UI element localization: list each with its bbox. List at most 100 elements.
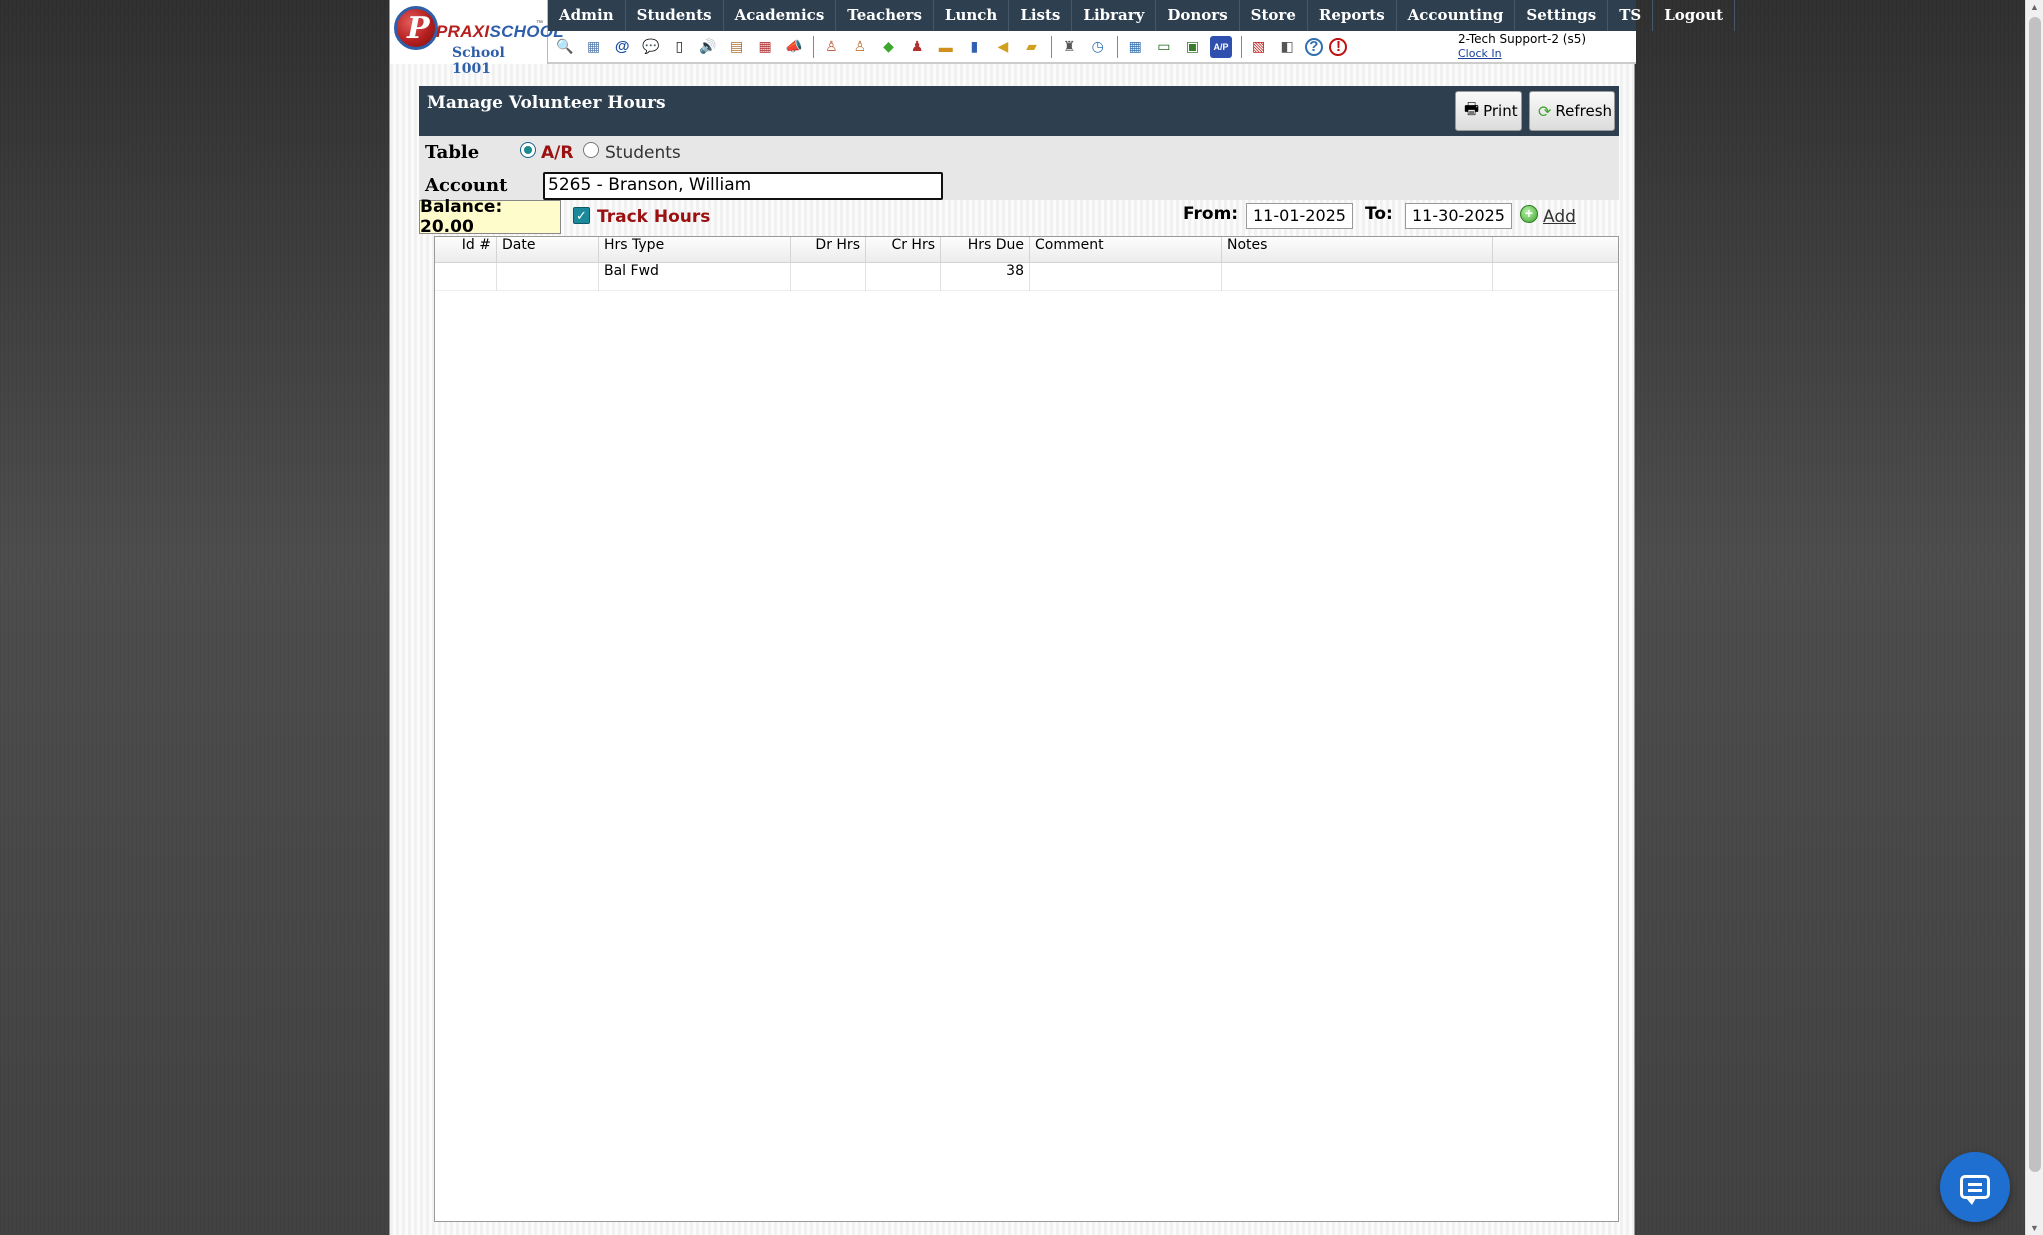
cell-cr-hrs bbox=[866, 263, 941, 291]
menu-item-lunch[interactable]: Lunch bbox=[934, 0, 1010, 31]
page-scrollbar[interactable]: ▲ ▼ bbox=[2025, 0, 2043, 1235]
filter-form: Table A/R Students Account 5265 - Branso… bbox=[419, 136, 1619, 200]
chat-bubble-icon bbox=[1960, 1175, 1990, 1205]
cell-hrs-type: Bal Fwd bbox=[599, 263, 791, 291]
col-notes[interactable]: Notes bbox=[1222, 237, 1493, 263]
toolbar-separator bbox=[1117, 35, 1119, 58]
add-link[interactable]: Add bbox=[1543, 207, 1576, 227]
ap-icon[interactable]: A/P bbox=[1210, 35, 1233, 58]
add-icon[interactable]: + bbox=[1520, 205, 1538, 223]
scroll-up-arrow-icon[interactable]: ▲ bbox=[2030, 2, 2039, 12]
refresh-button[interactable]: ⟳ Refresh bbox=[1529, 91, 1615, 131]
app-page: P PRAXISCHOOL ™ School 1001 Admin Student… bbox=[389, 0, 1736, 1235]
track-hours-label[interactable]: Track Hours bbox=[597, 207, 710, 227]
radio-ar[interactable] bbox=[520, 142, 536, 158]
cell-dr-hrs bbox=[791, 263, 866, 291]
main-menu: Admin Students Academics Teachers Lunch Lists… bbox=[548, 0, 1736, 31]
cell-hrs-due: 38 bbox=[941, 263, 1030, 291]
to-date-input[interactable]: 11-30-2025 bbox=[1405, 203, 1512, 229]
col-cr-hrs[interactable]: Cr Hrs bbox=[866, 237, 941, 263]
user-name: 2-Tech Support-2 (s5) bbox=[1458, 32, 1587, 46]
radio-ar-label[interactable]: A/R bbox=[541, 143, 573, 163]
menu-item-store[interactable]: Store bbox=[1240, 0, 1308, 31]
clock-icon[interactable]: ◷ bbox=[1087, 36, 1109, 58]
table-icon[interactable]: ▦ bbox=[1124, 36, 1146, 58]
grid-header: Id # Date Hrs Type Dr Hrs Cr Hrs Hrs Due… bbox=[435, 237, 1618, 263]
book-icon[interactable]: ▮ bbox=[963, 36, 985, 58]
cell-notes bbox=[1222, 263, 1493, 291]
clock-in-link[interactable]: Clock In bbox=[1458, 47, 1586, 61]
logo[interactable]: P PRAXISCHOOL ™ School 1001 bbox=[390, 0, 564, 77]
menu-item-ts[interactable]: TS bbox=[1608, 0, 1654, 31]
menu-item-reports[interactable]: Reports bbox=[1308, 0, 1397, 31]
user-info: 2-Tech Support-2 (s5) Clock In bbox=[1458, 32, 1586, 61]
cell-comment bbox=[1030, 263, 1222, 291]
lunch-icon[interactable]: ▬ bbox=[935, 36, 957, 58]
col-id[interactable]: Id # bbox=[435, 237, 497, 263]
menu-item-students[interactable]: Students bbox=[626, 0, 724, 31]
menu-item-donors[interactable]: Donors bbox=[1156, 0, 1240, 31]
from-label: From: bbox=[1183, 204, 1239, 224]
col-dr-hrs[interactable]: Dr Hrs bbox=[791, 237, 866, 263]
table-row[interactable]: Bal Fwd 38 bbox=[435, 263, 1618, 291]
help-icon[interactable]: ? bbox=[1304, 37, 1323, 56]
from-date-input[interactable]: 11-01-2025 bbox=[1246, 203, 1353, 229]
grid-icon[interactable]: ▦ bbox=[583, 36, 605, 58]
menu-item-lists[interactable]: Lists bbox=[1009, 0, 1073, 31]
email-icon[interactable]: @ bbox=[611, 36, 633, 58]
cell-date bbox=[497, 263, 599, 291]
scrollbar-thumb[interactable] bbox=[2029, 17, 2041, 1172]
money-icon[interactable]: ◆ bbox=[878, 36, 900, 58]
account-input[interactable]: 5265 - Branson, William bbox=[543, 172, 943, 200]
menu-item-library[interactable]: Library bbox=[1072, 0, 1157, 31]
stop-icon[interactable]: ! bbox=[1329, 37, 1348, 56]
header: P PRAXISCHOOL ™ School 1001 Admin Student… bbox=[390, 0, 1736, 77]
col-hrs-due[interactable]: Hrs Due bbox=[941, 237, 1030, 263]
logo-trademark: ™ bbox=[536, 20, 543, 27]
mobile-icon[interactable]: ▯ bbox=[668, 36, 690, 58]
megaphone-icon[interactable]: 📣 bbox=[783, 36, 805, 58]
staff-icon[interactable]: ♜ bbox=[1058, 36, 1080, 58]
panel-header: Manage Volunteer Hours 🖶 Print ⟳ Refresh bbox=[419, 86, 1619, 136]
scroll-down-arrow-icon[interactable]: ▼ bbox=[2030, 1223, 2039, 1233]
col-extra bbox=[1493, 237, 1618, 263]
family-icon[interactable]: ♟ bbox=[906, 36, 928, 58]
card-icon[interactable]: ▭ bbox=[1153, 36, 1175, 58]
radio-students-label[interactable]: Students bbox=[605, 143, 681, 163]
printer-icon: 🖶 bbox=[1464, 98, 1480, 118]
toolbar-separator bbox=[1051, 35, 1053, 58]
chat-support-button[interactable] bbox=[1940, 1152, 2010, 1222]
menu-item-logout[interactable]: Logout bbox=[1653, 0, 1736, 31]
pdf-icon[interactable]: ▧ bbox=[1248, 36, 1270, 58]
speaker-icon[interactable]: 🔊 bbox=[697, 36, 719, 58]
track-hours-checkbox[interactable]: ✓ bbox=[573, 207, 590, 224]
menu-item-admin[interactable]: Admin bbox=[548, 0, 626, 31]
col-date[interactable]: Date bbox=[497, 237, 599, 263]
menu-item-accounting[interactable]: Accounting bbox=[1397, 0, 1516, 31]
printer-money-icon[interactable]: ▣ bbox=[1181, 36, 1203, 58]
export-icon[interactable]: ◧ bbox=[1276, 36, 1298, 58]
toolbar-separator bbox=[813, 35, 815, 58]
page-title: Manage Volunteer Hours bbox=[427, 93, 666, 113]
print-button[interactable]: 🖶 Print bbox=[1455, 91, 1522, 131]
search-icon[interactable]: 🔍 bbox=[554, 36, 576, 58]
to-label: To: bbox=[1365, 204, 1393, 224]
balance-badge: Balance: 20.00 bbox=[419, 197, 561, 237]
logo-wordmark: PRAXISCHOOL bbox=[436, 22, 564, 41]
radio-students[interactable] bbox=[583, 142, 599, 158]
announce-icon[interactable]: ◀ bbox=[992, 36, 1014, 58]
menu-item-settings[interactable]: Settings bbox=[1515, 0, 1609, 31]
menu-item-teachers[interactable]: Teachers bbox=[836, 0, 934, 31]
calendar-icon[interactable]: ▦ bbox=[754, 36, 776, 58]
refresh-icon: ⟳ bbox=[1538, 101, 1552, 121]
person-add-icon[interactable]: ♙ bbox=[820, 36, 842, 58]
col-comment[interactable]: Comment bbox=[1030, 237, 1222, 263]
person-icon[interactable]: ♙ bbox=[849, 36, 871, 58]
col-hrs-type[interactable]: Hrs Type bbox=[599, 237, 791, 263]
menu-item-academics[interactable]: Academics bbox=[724, 0, 837, 31]
hours-grid: Id # Date Hrs Type Dr Hrs Cr Hrs Hrs Due… bbox=[434, 236, 1619, 1222]
logo-mark: P bbox=[394, 6, 438, 50]
chat-icon[interactable]: 💬 bbox=[640, 36, 662, 58]
folder-icon[interactable]: ▰ bbox=[1021, 36, 1043, 58]
report-icon[interactable]: ▤ bbox=[726, 36, 748, 58]
